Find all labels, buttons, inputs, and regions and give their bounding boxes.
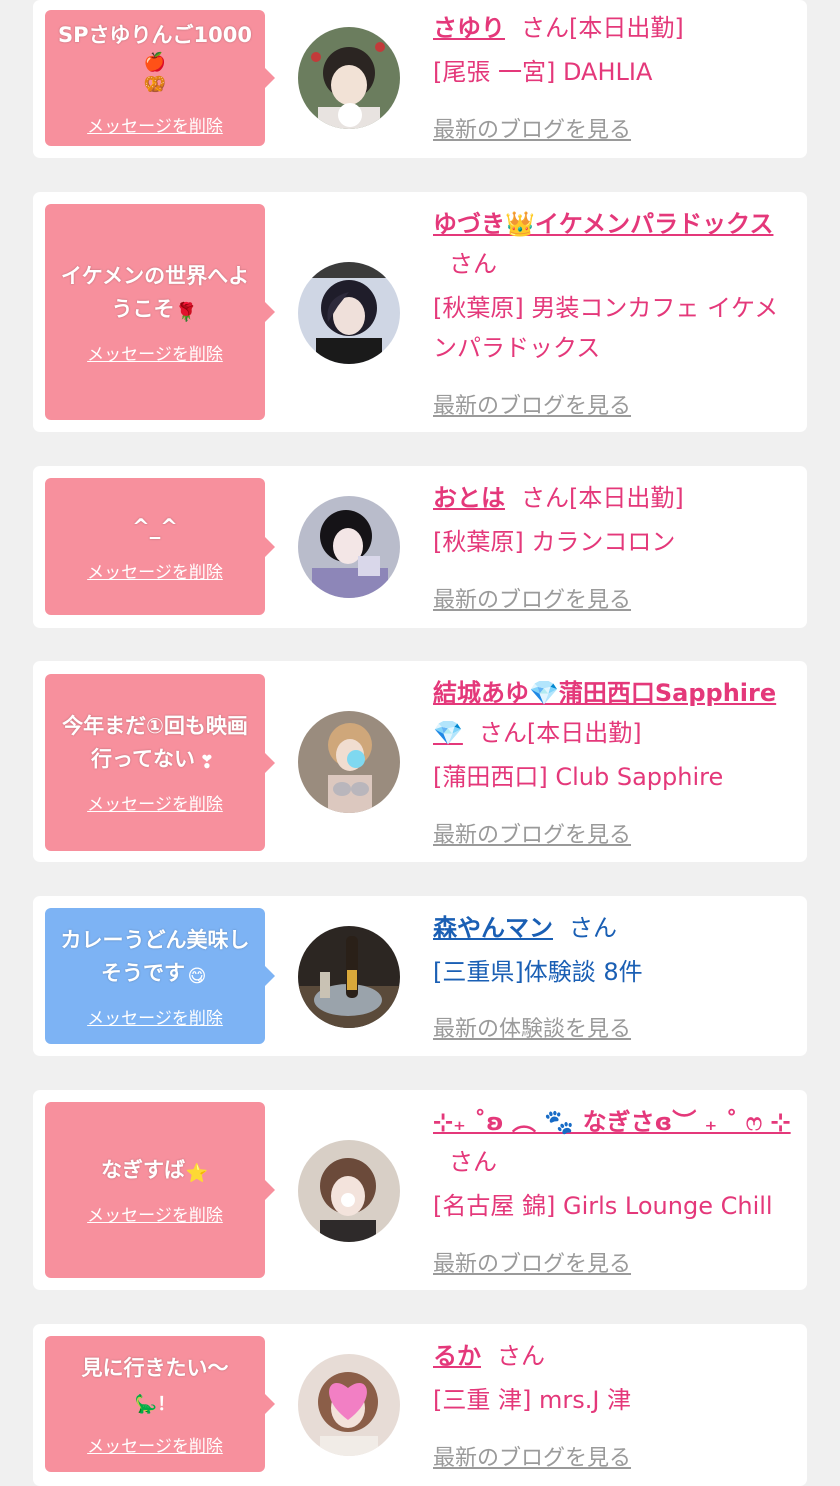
delete-message-link[interactable]: メッセージを削除 bbox=[87, 1201, 223, 1226]
avatar[interactable] bbox=[298, 1140, 400, 1242]
card-info: ゆづき👑イケメンパラドックスさん [秋葉原] 男装コンカフェ イケメンパラドック… bbox=[433, 204, 793, 368]
delete-message-link[interactable]: メッセージを削除 bbox=[87, 558, 223, 583]
message-card: SPさゆりんご1000 🍎🥨 メッセージを削除 さゆり さん[本日出勤] [尾張 一… bbox=[33, 0, 807, 158]
message-card: なぎすば⭐ メッセージを削除 ⊹₊ ˚ʚ︎ ︵ 🐾 なぎさɞ︎︶ ₊ ˚ ෆ ⊹… bbox=[33, 1090, 807, 1290]
name-suffix: さん bbox=[569, 914, 617, 942]
cast-name-link[interactable]: るか bbox=[433, 1342, 481, 1370]
message-text: イケメンの世界へようこそ bbox=[60, 263, 250, 321]
avatar[interactable] bbox=[298, 27, 400, 129]
name-suffix: さん[本日出勤] bbox=[478, 719, 642, 747]
message-bubble: ^_^ メッセージを削除 bbox=[45, 478, 275, 615]
name-suffix: さん bbox=[449, 1148, 497, 1176]
message-card: 見に行きたい〜 🦕！ メッセージを削除 るか さん [三重 津] mrs.J 津 最… bbox=[33, 1324, 807, 1486]
message-bubble: カレーうどん美味しそうです 😋 メッセージを削除 bbox=[45, 908, 275, 1044]
avatar[interactable] bbox=[298, 711, 400, 813]
delete-message-link[interactable]: メッセージを削除 bbox=[87, 112, 223, 137]
message-text: カレーうどん美味しそうです bbox=[60, 927, 250, 985]
latest-blog-link[interactable]: 最新のブログを見る bbox=[433, 817, 631, 849]
card-info: 結城あゆ💎蒲田西口Sapphire💎 さん[本日出勤] [蒲田西口] Club S… bbox=[433, 673, 793, 797]
message-text: 見に行きたい〜 bbox=[81, 1355, 229, 1380]
latest-blog-link[interactable]: 最新のブログを見る bbox=[433, 582, 631, 614]
avatar[interactable] bbox=[298, 1354, 400, 1456]
cast-name-link[interactable]: ゆづき👑イケメンパラドックス bbox=[433, 210, 773, 238]
message-card: 今年まだ①回も映画行ってない ❣ メッセージを削除 結城あゆ💎蒲田西口Sapphi… bbox=[33, 661, 807, 862]
message-emoji: 🌹 bbox=[175, 301, 198, 323]
cast-name-link[interactable]: おとは bbox=[433, 484, 505, 512]
shop-label: [三重 津] mrs.J 津 bbox=[433, 1386, 632, 1414]
message-card: ^_^ メッセージを削除 おとは さん[本日出勤] [秋葉原] カランコロン 最新… bbox=[33, 466, 807, 628]
latest-review-link[interactable]: 最新の体験談を見る bbox=[433, 1011, 631, 1043]
delete-message-link[interactable]: メッセージを削除 bbox=[87, 1432, 223, 1457]
name-suffix: さん bbox=[497, 1342, 545, 1370]
latest-blog-link[interactable]: 最新のブログを見る bbox=[433, 112, 631, 144]
delete-message-link[interactable]: メッセージを削除 bbox=[87, 1004, 223, 1029]
delete-message-link[interactable]: メッセージを削除 bbox=[87, 340, 223, 365]
reviewer-name-link[interactable]: 森やんマン bbox=[433, 914, 553, 942]
cast-name-link[interactable]: ⊹₊ ˚ʚ︎ ︵ 🐾 なぎさɞ︎︶ ₊ ˚ ෆ ⊹ bbox=[433, 1108, 791, 1136]
card-info: るか さん [三重 津] mrs.J 津 bbox=[433, 1336, 793, 1420]
avatar[interactable] bbox=[298, 496, 400, 598]
message-emoji: ⭐ bbox=[185, 1163, 209, 1184]
name-suffix: さん bbox=[449, 250, 497, 278]
message-bubble: 見に行きたい〜 🦕！ メッセージを削除 bbox=[45, 1336, 275, 1472]
message-emoji: 😋 bbox=[187, 965, 207, 987]
latest-blog-link[interactable]: 最新のブログを見る bbox=[433, 1246, 631, 1278]
name-suffix: さん[本日出勤] bbox=[521, 484, 684, 512]
latest-blog-link[interactable]: 最新のブログを見る bbox=[433, 388, 631, 420]
review-count-label: [三重県]体験談 8件 bbox=[433, 958, 643, 986]
message-text: 今年まだ①回も映画行ってない bbox=[62, 714, 248, 771]
message-card: カレーうどん美味しそうです 😋 メッセージを削除 森やんマン さん [三重県]体験談… bbox=[33, 896, 807, 1056]
cast-name-link[interactable]: さゆり bbox=[433, 14, 505, 42]
shop-label: [蒲田西口] Club Sapphire bbox=[433, 763, 724, 791]
message-emoji: 🍎🥨 bbox=[143, 52, 167, 95]
message-card: イケメンの世界へようこそ🌹 メッセージを削除 ゆづき👑イケメンパラドックスさん … bbox=[33, 192, 807, 432]
card-info: おとは さん[本日出勤] [秋葉原] カランコロン bbox=[433, 478, 793, 562]
shop-label: [尾張 一宮] DAHLIA bbox=[433, 58, 653, 86]
card-info: 森やんマン さん [三重県]体験談 8件 bbox=[433, 908, 793, 992]
message-bubble: 今年まだ①回も映画行ってない ❣ メッセージを削除 bbox=[45, 674, 275, 851]
avatar[interactable] bbox=[298, 262, 400, 364]
message-bubble: イケメンの世界へようこそ🌹 メッセージを削除 bbox=[45, 204, 275, 420]
shop-label: [名古屋 錦] Girls Lounge Chill bbox=[433, 1192, 773, 1220]
name-suffix: さん[本日出勤] bbox=[521, 14, 684, 42]
message-emoji: ❣ bbox=[199, 752, 215, 773]
card-info: さゆり さん[本日出勤] [尾張 一宮] DAHLIA bbox=[433, 8, 793, 92]
latest-blog-link[interactable]: 最新のブログを見る bbox=[433, 1440, 631, 1472]
delete-message-link[interactable]: メッセージを削除 bbox=[87, 790, 223, 815]
shop-label: [秋葉原] 男装コンカフェ イケメンパラドックス bbox=[433, 294, 779, 362]
message-text: SPさゆりんご1000 bbox=[58, 23, 252, 47]
message-list: SPさゆりんご1000 🍎🥨 メッセージを削除 さゆり さん[本日出勤] [尾張 一… bbox=[0, 0, 840, 1486]
message-text: なぎすば bbox=[101, 1158, 185, 1182]
avatar[interactable] bbox=[298, 926, 400, 1028]
message-emoji: 🦕！ bbox=[134, 1393, 176, 1415]
message-text: ^_^ bbox=[132, 514, 178, 539]
message-bubble: SPさゆりんご1000 🍎🥨 メッセージを削除 bbox=[45, 10, 275, 146]
card-info: ⊹₊ ˚ʚ︎ ︵ 🐾 なぎさɞ︎︶ ₊ ˚ ෆ ⊹ さん [名古屋 錦] Girl… bbox=[433, 1102, 793, 1226]
message-bubble: なぎすば⭐ メッセージを削除 bbox=[45, 1102, 275, 1278]
shop-label: [秋葉原] カランコロン bbox=[433, 528, 676, 556]
